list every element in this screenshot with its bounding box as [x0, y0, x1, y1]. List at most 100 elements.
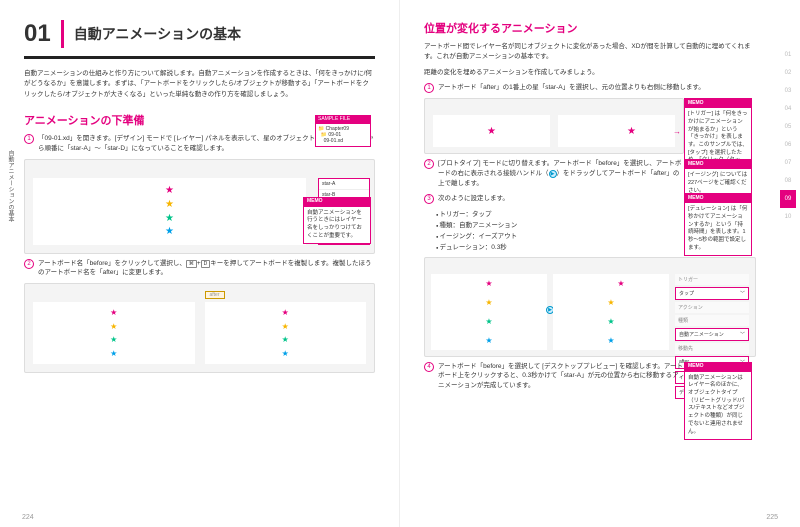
- artboard-before: ★ ★ ★ ★ ▶: [431, 274, 547, 350]
- tab[interactable]: 03: [780, 82, 796, 100]
- chapter-header: 01 自動アニメーションの基本: [24, 20, 375, 59]
- screenshot-4: ★ ★ ★ ★ ▶ ★ ★ ★ ★ トリガー タップ ﹀ アクション 種類 自動ア…: [424, 257, 756, 357]
- tab[interactable]: 01: [780, 46, 796, 64]
- step-text: アートボード「after」の1番上の星「star-A」を選択し、元の位置よりも右…: [438, 83, 705, 93]
- screenshot-3: ★ ★→: [424, 98, 684, 154]
- artboard-after: ★ ★ ★ ★: [553, 274, 669, 350]
- tab[interactable]: 05: [780, 118, 796, 136]
- panel-label: 種類: [675, 315, 749, 326]
- star-icon: ★: [165, 226, 174, 237]
- proto-panel: トリガー タップ﹀ アクション 種類 自動アニメーション﹀ 移動先 after﹀…: [675, 274, 749, 350]
- artboard-before: ★ ★ ★ ★: [33, 302, 195, 364]
- step-num: 3: [424, 194, 434, 204]
- tab[interactable]: 02: [780, 64, 796, 82]
- chapter-tabs: 01 02 03 04 05 06 07 08 09 10: [780, 46, 796, 226]
- step-text: 次のように設定します。: [438, 194, 509, 204]
- file: 09-01.xd: [324, 138, 343, 144]
- page-number: 225: [766, 514, 778, 521]
- star-icon: ★: [165, 213, 174, 224]
- star-icon: ★: [607, 336, 614, 345]
- memo-duration: MEMO [デュレーション] は「何秒かけてアニメーションするか」という「持続時…: [684, 193, 752, 256]
- after-tag: after: [205, 291, 225, 299]
- star-icon: ★: [485, 336, 492, 345]
- star-icon: ★: [282, 322, 289, 331]
- star-icon: ★: [282, 335, 289, 344]
- star-icon: ★: [110, 322, 117, 331]
- vertical-tab: 自動アニメーションの基本: [6, 150, 15, 222]
- star-icon: ★: [607, 317, 614, 326]
- sample-body: 📁 Chapter09 📁 09-01 09-01.xd: [315, 123, 371, 147]
- memo-header: MEMO: [684, 193, 752, 202]
- after-label: after: [205, 292, 225, 298]
- step-4r: 4 アートボード「before」を選択して [デスクトッププレビュー] を確認し…: [424, 362, 684, 391]
- tab[interactable]: 08: [780, 172, 796, 190]
- memo-body: [デュレーション] は「何秒かけてアニメーションするか」という「持続時間」を表し…: [684, 202, 752, 256]
- chapter-number: 01: [24, 20, 64, 48]
- step-2: 2 アートボード名「before」をクリックして選択し、⌘+Dキーを押してアート…: [24, 259, 375, 279]
- sample-header: SAMPLE FILE: [315, 115, 371, 123]
- tab-active[interactable]: 09: [780, 190, 796, 208]
- memo-header: MEMO: [684, 159, 752, 168]
- handle-icon: ▶: [549, 170, 557, 178]
- chapter-title: 自動アニメーションの基本: [74, 24, 241, 44]
- key-icon: D: [201, 260, 211, 268]
- star-icon: ★: [165, 185, 174, 196]
- star-icon: ★: [617, 279, 624, 288]
- tab[interactable]: 06: [780, 136, 796, 154]
- intro-text: 自動アニメーションの仕組みと作り方について解説します。自動アニメーションを作成す…: [24, 69, 375, 100]
- v: 自動アニメーション: [679, 331, 724, 338]
- star-icon: ★: [487, 126, 496, 137]
- chevron-down-icon: ﹀: [740, 331, 745, 338]
- memo-header: MEMO: [684, 362, 752, 371]
- memo-bottom: MEMO 自動アニメーションはレイヤー名のほかに、オブジェクトタイプ（リピートグ…: [684, 362, 752, 441]
- memo-header: MEMO: [684, 98, 752, 107]
- chevron-down-icon: ﹀: [740, 290, 745, 297]
- intro: 距離の変化を埋めるアニメーションを作成してみましょう。: [424, 68, 756, 78]
- section-title-2: 位置が変化するアニメーション: [424, 20, 756, 36]
- layer-row: star-A: [319, 179, 369, 190]
- sample-file-box: SAMPLE FILE 📁 Chapter09 📁 09-01 09-01.xd: [315, 115, 371, 147]
- star-icon: ★: [485, 317, 492, 326]
- star-icon: ★: [607, 298, 614, 307]
- panel-label: 移動先: [675, 343, 749, 354]
- step-num: 4: [424, 362, 434, 372]
- step-num: 1: [424, 83, 434, 93]
- star-icon: ★: [282, 308, 289, 317]
- memo-body: 自動アニメーションはレイヤー名のほかに、オブジェクトタイプ（リピートグリッド/パ…: [684, 371, 752, 441]
- t: アートボード名「before」をクリックして選択し、: [38, 260, 186, 267]
- star-icon: ★: [282, 349, 289, 358]
- step-num: 1: [24, 134, 34, 144]
- step-1r: 1 アートボード「after」の1番上の星「star-A」を選択し、元の位置より…: [424, 83, 756, 93]
- key-icon: ⌘: [186, 260, 197, 268]
- tab[interactable]: 04: [780, 100, 796, 118]
- screenshot-2: ★ ★ ★ ★ after ★ ★ ★ ★: [24, 283, 375, 373]
- memo-header: MEMO: [303, 197, 371, 206]
- star-icon: ★: [110, 335, 117, 344]
- intro: アートボード間でレイヤー名が同じオブジェクトに変化があった場合、XDが間を計算し…: [424, 42, 756, 62]
- step-text: アートボード名「before」をクリックして選択し、⌘+Dキーを押してアートボー…: [38, 259, 375, 279]
- star-icon: ★: [627, 126, 636, 137]
- star-icon: ★: [485, 279, 492, 288]
- panel-row: 自動アニメーション ﹀: [675, 328, 749, 341]
- memo-body: 自動アニメーションを行うときにはレイヤー名をしっかりつけておくことが重要です。: [303, 206, 371, 245]
- artboard: ★ ★ ★ ★: [33, 178, 306, 245]
- star-icon: ★: [110, 308, 117, 317]
- step-text: [プロトタイプ] モードに切り替えます。アートボード「before」を選択し、ア…: [438, 159, 684, 188]
- star-icon: ★: [110, 349, 117, 358]
- step-2r: 2 [プロトタイプ] モードに切り替えます。アートボード「before」を選択し…: [424, 159, 684, 188]
- v: タップ: [679, 290, 694, 297]
- memo-1: MEMO 自動アニメーションを行うときにはレイヤー名をしっかりつけておくことが重…: [303, 197, 371, 245]
- panel-label: トリガー: [675, 274, 749, 285]
- step-text: アートボード「before」を選択して [デスクトッププレビュー] を確認します…: [438, 362, 684, 391]
- tab[interactable]: 10: [780, 208, 796, 226]
- artboard-after: ★→: [558, 115, 675, 147]
- tab[interactable]: 07: [780, 154, 796, 172]
- step-num: 2: [424, 159, 434, 169]
- step-num: 2: [24, 259, 34, 269]
- star-icon: ★: [485, 298, 492, 307]
- artboard-after: after ★ ★ ★ ★: [205, 302, 367, 364]
- proto-artboards: ★ ★ ★ ★ ▶ ★ ★ ★ ★: [431, 274, 669, 350]
- artboard-before: ★: [433, 115, 550, 147]
- star-icon: ★: [165, 199, 174, 210]
- panel-label: アクション: [675, 302, 749, 313]
